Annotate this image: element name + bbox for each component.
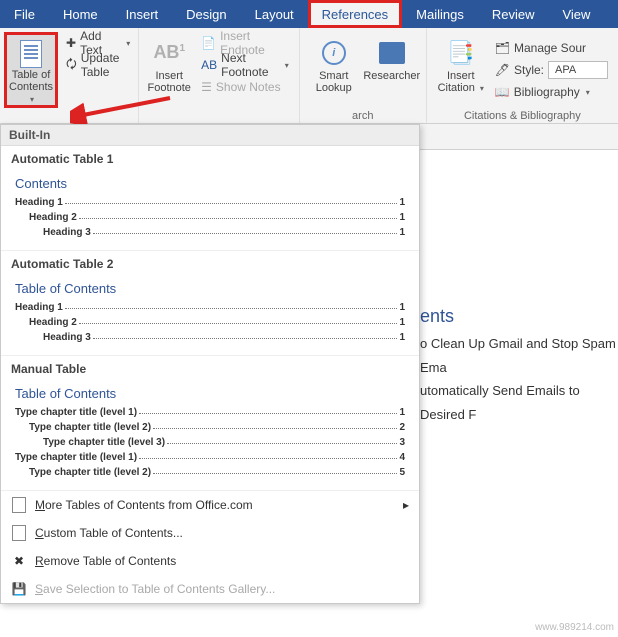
- chevron-down-icon: ▾: [126, 39, 130, 48]
- chevron-down-icon: ▾: [285, 61, 289, 70]
- manage-icon: 🗂: [495, 41, 510, 55]
- toc-title: Table of Contents: [15, 386, 405, 401]
- tab-layout[interactable]: Layout: [241, 0, 308, 28]
- toc-row: Type chapter title (level 1)4: [15, 450, 405, 465]
- toc-row: Heading 31: [15, 330, 405, 345]
- tab-file[interactable]: File: [0, 0, 49, 28]
- lightbulb-icon: i: [322, 41, 346, 65]
- footnote-small-icon: AB: [201, 58, 217, 72]
- add-text-icon: ✚: [66, 36, 76, 50]
- refresh-icon: 🗘: [66, 55, 77, 76]
- doc-line-1: o Clean Up Gmail and Stop Spam Ema: [420, 332, 618, 379]
- toc-title: Table of Contents: [15, 281, 405, 296]
- tab-mailings[interactable]: Mailings: [402, 0, 478, 28]
- toc-row: Heading 21: [15, 315, 405, 330]
- office-icon: [11, 497, 27, 513]
- gallery-title: Automatic Table 2: [11, 257, 409, 271]
- insert-footnote-label-2: Footnote: [148, 82, 191, 94]
- manage-sources-button[interactable]: 🗂 Manage Sour: [491, 37, 612, 59]
- insert-footnote-label-1: Insert: [155, 70, 183, 82]
- table-of-contents-button[interactable]: Table of Contents ▾: [4, 32, 58, 108]
- section-built-in: Built-In: [1, 125, 419, 146]
- tab-references[interactable]: References: [308, 0, 402, 28]
- tab-extra[interactable]: no: [604, 0, 618, 28]
- endnote-icon: 📄: [201, 36, 216, 50]
- gallery-auto-table-1[interactable]: Automatic Table 1 Contents Heading 11Hea…: [1, 146, 419, 251]
- tab-insert[interactable]: Insert: [112, 0, 173, 28]
- remove-toc-button[interactable]: ✖ Remove Table of Contents: [1, 547, 419, 575]
- toc-label-2: Contents: [9, 81, 53, 93]
- group-research-label: arch: [306, 108, 420, 122]
- insert-citation-label-2: Citation: [438, 82, 475, 94]
- researcher-button[interactable]: Researcher: [364, 32, 420, 108]
- doc-heading-fragment: ents: [420, 300, 618, 332]
- watermark: www.989214.com: [535, 622, 614, 633]
- tab-design[interactable]: Design: [172, 0, 240, 28]
- next-footnote-label: Next Footnote: [221, 51, 279, 79]
- ribbon-tabs: File Home Insert Design Layout Reference…: [0, 0, 618, 28]
- citation-style-select[interactable]: 🖊 Style: APA: [491, 59, 612, 81]
- remove-icon: ✖: [11, 553, 27, 569]
- chevron-down-icon: ▾: [30, 95, 34, 104]
- smart-lookup-label-2: Lookup: [316, 82, 352, 94]
- insert-citation-label-1: Insert: [447, 70, 475, 82]
- toc-gallery-dropdown: Built-In Automatic Table 1 Contents Head…: [0, 124, 420, 604]
- document-text: ents o Clean Up Gmail and Stop Spam Ema …: [420, 300, 618, 426]
- save-icon: 💾: [11, 581, 27, 597]
- save-selection-button: 💾 Save Selection to Table of Contents Ga…: [1, 575, 419, 603]
- ribbon: Table of Contents ▾ ✚ Add Text ▾ 🗘 Updat…: [0, 28, 618, 124]
- insert-citation-button[interactable]: 📑 Insert Citation ▾: [433, 32, 489, 108]
- bibliography-label: Bibliography: [514, 85, 580, 99]
- gallery-title: Automatic Table 1: [11, 152, 409, 166]
- footnote-icon: AB1: [153, 43, 185, 63]
- chevron-down-icon: ▾: [586, 88, 590, 97]
- insert-footnote-button[interactable]: AB1 Insert Footnote: [145, 32, 193, 108]
- show-notes-label: Show Notes: [216, 80, 281, 94]
- gallery-manual-table[interactable]: Manual Table Table of Contents Type chap…: [1, 356, 419, 491]
- tab-home[interactable]: Home: [49, 0, 112, 28]
- toc-row: Heading 31: [15, 225, 405, 240]
- book-icon: [379, 42, 405, 64]
- smart-lookup-label-1: Smart: [319, 70, 348, 82]
- toc-title: Contents: [15, 176, 405, 191]
- update-table-label: Update Table: [81, 51, 131, 79]
- toc-label-1: Table of: [12, 69, 51, 81]
- show-notes-button[interactable]: ☰ Show Notes: [197, 76, 293, 98]
- toc-row: Type chapter title (level 2)2: [15, 420, 405, 435]
- smart-lookup-button[interactable]: i Smart Lookup: [306, 32, 362, 108]
- next-footnote-button[interactable]: AB Next Footnote ▾: [197, 54, 293, 76]
- citation-icon: 📑: [447, 41, 474, 65]
- toc-row: Type chapter title (level 3)3: [15, 435, 405, 450]
- update-table-button[interactable]: 🗘 Update Table: [62, 54, 134, 76]
- tab-view[interactable]: View: [548, 0, 604, 28]
- notes-icon: ☰: [201, 80, 212, 94]
- toc-row: Heading 11: [15, 195, 405, 210]
- chevron-right-icon: ▸: [403, 498, 409, 512]
- bibliography-button[interactable]: 📖 Bibliography ▾: [491, 81, 612, 103]
- page-icon: [20, 40, 42, 68]
- researcher-label: Researcher: [363, 70, 420, 82]
- gallery-auto-table-2[interactable]: Automatic Table 2 Table of Contents Head…: [1, 251, 419, 356]
- gallery-title: Manual Table: [11, 362, 409, 376]
- toc-row: Type chapter title (level 2)5: [15, 465, 405, 480]
- toc-row: Type chapter title (level 1)1: [15, 405, 405, 420]
- chevron-down-icon: ▾: [480, 84, 484, 93]
- toc-row: Heading 21: [15, 210, 405, 225]
- style-label: Style:: [514, 63, 544, 77]
- group-citations-label: Citations & Bibliography: [433, 108, 612, 122]
- more-from-office-button[interactable]: MMore Tables of Contents from Office.com…: [1, 491, 419, 519]
- doc-line-2: utomatically Send Emails to Desired F: [420, 379, 618, 426]
- bibliography-icon: 📖: [495, 85, 510, 99]
- style-value: APA: [555, 64, 576, 76]
- tab-review[interactable]: Review: [478, 0, 549, 28]
- toc-row: Heading 11: [15, 300, 405, 315]
- manage-sources-label: Manage Sour: [514, 41, 586, 55]
- custom-toc-button[interactable]: Custom Table of Contents...: [1, 519, 419, 547]
- style-icon: 🖊: [495, 63, 510, 77]
- custom-icon: [11, 525, 27, 541]
